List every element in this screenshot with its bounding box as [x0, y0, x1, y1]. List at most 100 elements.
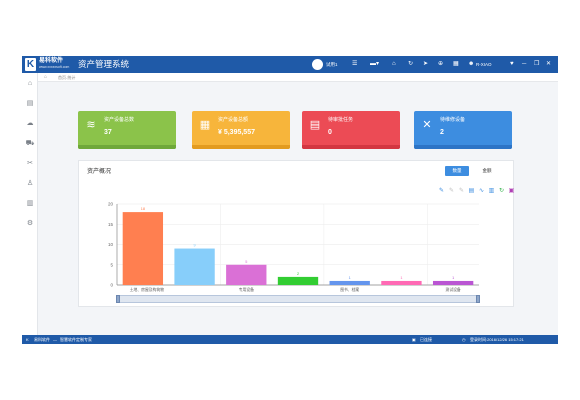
y-tick-label: 20	[108, 202, 114, 207]
lock-icon[interactable]: ⊕	[438, 60, 443, 69]
card-value: 2	[440, 129, 444, 136]
y-tick-label: 15	[108, 222, 114, 227]
status-product: 智慧软件定制专家	[60, 337, 92, 342]
mark-icon[interactable]: ✎	[438, 188, 445, 195]
status-datetime: 登录时间:2016/12/26 15:17:21	[470, 337, 524, 342]
card-value: ¥ 5,395,557	[218, 129, 255, 136]
avatar[interactable]	[312, 59, 323, 70]
bar-value-label: 9	[194, 244, 196, 248]
tab-amount[interactable]: 金额	[475, 166, 499, 176]
data-zoom-scrollbar[interactable]	[116, 295, 480, 303]
bar-chart: 0 5 10 15 20 18 土地、房屋及构筑物 9 5 专用设备 2 1 图书、档案 1 1 测试设备	[108, 202, 479, 292]
data-view-icon[interactable]: ▤	[468, 188, 475, 195]
bar-chart-icon[interactable]: ▥	[488, 188, 495, 195]
status-bar: K 易科软件 — 智慧软件定制专家 ▣ 已连接 ◷ 登录时间:2016/12/2…	[22, 335, 558, 344]
user-role[interactable]: R-XIAO	[476, 61, 492, 68]
zoom-handle-right[interactable]	[476, 295, 480, 303]
status-online-icon: ▣	[412, 337, 416, 342]
status-logo-icon: K	[26, 337, 29, 342]
card-pending-repair[interactable]: ✕ 待维修设备 2	[414, 111, 512, 149]
x-tick-label: 测试设备	[446, 287, 461, 292]
bar-value-label: 1	[349, 276, 351, 280]
card-strip	[414, 145, 512, 149]
bar	[381, 280, 422, 285]
top-bar: K 易科软件 www.xxxxxsoft.com 资产管理系统 试用1 ☰ ▬▾…	[22, 56, 558, 73]
calendar-icon[interactable]: ▦	[453, 60, 459, 69]
user-icon[interactable]: ☻	[468, 60, 474, 69]
card-value: 0	[328, 129, 332, 136]
send-icon[interactable]: ➤	[423, 60, 428, 69]
card-strip	[302, 145, 400, 149]
bar-value-label: 1	[400, 276, 402, 280]
card-strip	[192, 145, 290, 149]
bar	[122, 212, 164, 285]
bar-value-label: 2	[297, 272, 299, 276]
bar-value-label: 1	[452, 276, 454, 280]
grid-icon: ▦	[199, 119, 211, 131]
sidebar-settings-icon[interactable]: ⚙	[25, 219, 35, 229]
sidebar-person-icon[interactable]: ♙	[25, 179, 35, 189]
panel-title: 资产概况	[87, 169, 112, 175]
status-online: 已连接	[420, 337, 432, 342]
sidebar-asset-icon[interactable]: ▤	[25, 99, 35, 109]
status-separator: —	[53, 337, 57, 342]
brand-url: www.xxxxxsoft.com	[39, 65, 70, 69]
breadcrumb-home-icon[interactable]: ⌂	[44, 74, 47, 81]
logo-icon: K	[25, 58, 36, 71]
zoom-handle-left[interactable]	[116, 295, 120, 303]
restore-icon[interactable]: ↻	[498, 188, 505, 195]
sidebar: ⌂ ▤ ☁ ⛟ ✂ ♙ ▥ ⚙	[22, 73, 38, 335]
system-title: 资产管理系统	[78, 59, 130, 69]
wrench-icon: ✕	[422, 119, 432, 131]
y-tick-label: 10	[108, 242, 114, 247]
x-tick-label: 图书、档案	[340, 287, 359, 292]
card-strip	[78, 145, 176, 149]
close-icon[interactable]: ✕	[546, 60, 551, 69]
document-icon: ▤	[309, 119, 321, 131]
status-company: 易科软件	[34, 337, 50, 342]
y-tick-label: 0	[110, 283, 113, 288]
x-tick-label: 专用设备	[239, 287, 254, 292]
sidebar-cart-icon[interactable]: ⛟	[25, 139, 35, 149]
asset-overview-panel: 资产概况 数量 金额 ✎ ✎ ✎ ▤ ∿ ▥ ↻ ▣ 0 5 10 15 20 18 土地、…	[78, 160, 514, 307]
card-value: 37	[104, 129, 112, 136]
bar-value-label: 18	[141, 207, 145, 211]
mark-undo-icon[interactable]: ✎	[448, 188, 455, 195]
sidebar-tools-icon[interactable]: ✂	[25, 159, 35, 169]
status-clock-icon: ◷	[462, 337, 466, 342]
restore-icon[interactable]: ❐	[534, 60, 539, 69]
y-tick-label: 5	[110, 262, 113, 267]
bar-value-label: 5	[245, 260, 247, 264]
user-name[interactable]: 试用1	[326, 61, 338, 68]
card-pending-approval[interactable]: ▤ 待审批任务 0	[302, 111, 400, 149]
display-icon[interactable]: ▬▾	[370, 60, 379, 69]
card-label: 待维修设备	[440, 117, 466, 123]
refresh-icon[interactable]: ↻	[408, 60, 413, 69]
breadcrumb: ⌂ 首页-统计	[38, 73, 558, 82]
card-asset-amount[interactable]: ▦ 资产设备总额 ¥ 5,395,557	[192, 111, 290, 149]
heart-icon[interactable]: ♥	[510, 60, 514, 69]
sidebar-cloud-icon[interactable]: ☁	[25, 119, 35, 129]
brand-name: 易科软件	[39, 58, 64, 64]
breadcrumb-text: 首页-统计	[58, 75, 76, 80]
sidebar-report-icon[interactable]: ▥	[25, 199, 35, 209]
line-chart-icon[interactable]: ∿	[478, 188, 485, 195]
card-label: 资产设备总额	[218, 117, 249, 123]
menu-icon[interactable]: ☰	[352, 60, 357, 69]
card-asset-count[interactable]: ≋ 资产设备总数 37	[78, 111, 176, 149]
tab-quantity[interactable]: 数量	[445, 166, 469, 176]
stack-icon: ≋	[86, 119, 96, 131]
bar	[226, 264, 267, 285]
save-image-icon[interactable]: ▣	[508, 188, 515, 195]
card-label: 资产设备总数	[104, 117, 135, 123]
minimize-icon[interactable]: ─	[522, 60, 526, 69]
bar	[432, 280, 474, 285]
sidebar-home-icon[interactable]: ⌂	[25, 79, 35, 89]
bar	[174, 248, 215, 285]
card-label: 待审批任务	[328, 117, 354, 123]
mark-clear-icon[interactable]: ✎	[458, 188, 465, 195]
bar	[277, 276, 319, 285]
bar	[329, 280, 370, 285]
home-icon[interactable]: ⌂	[392, 60, 396, 69]
x-tick-label: 土地、房屋及构筑物	[130, 287, 164, 292]
